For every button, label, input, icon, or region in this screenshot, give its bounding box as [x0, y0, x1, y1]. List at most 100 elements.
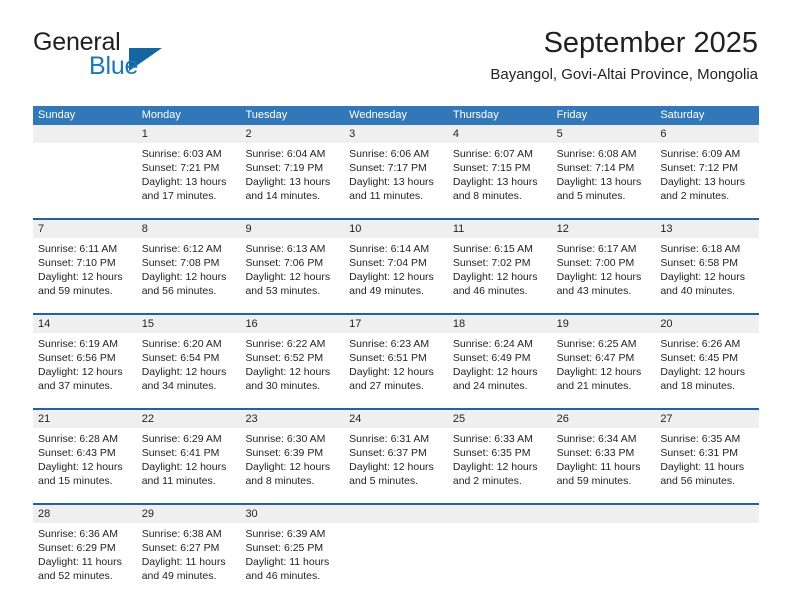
daylight-text-line2: and 11 minutes.: [141, 475, 216, 487]
day-cell[interactable]: 28 Sunrise: 6:36 AM Sunset: 6:29 PM Dayligh…: [33, 505, 137, 591]
day-cell[interactable]: 10 Sunrise: 6:14 AM Sunset: 7:04 PM Dayligh…: [344, 220, 448, 306]
day-cell[interactable]: 27 Sunrise: 6:35 AM Sunset: 6:31 PM Dayligh…: [655, 410, 760, 496]
daylight-text-line1: Daylight: 12 hours: [556, 271, 642, 283]
day-number: [344, 505, 448, 523]
day-cell[interactable]: 8 Sunrise: 6:12 AM Sunset: 7:08 PM Daylight…: [136, 220, 241, 306]
day-cell[interactable]: 9 Sunrise: 6:13 AM Sunset: 7:06 PM Daylight…: [240, 220, 345, 306]
sunrise-text: Sunrise: 6:19 AM: [38, 338, 118, 350]
day-number: 3: [344, 125, 448, 143]
sunset-text: Sunset: 6:43 PM: [38, 447, 116, 459]
sunrise-text: Sunrise: 6:15 AM: [452, 243, 533, 255]
daylight-text-line1: Daylight: 12 hours: [556, 366, 642, 378]
daylight-text-line1: Daylight: 13 hours: [452, 176, 538, 188]
daylight-text-line2: and 46 minutes.: [452, 285, 528, 297]
sunrise-text: Sunrise: 6:14 AM: [349, 243, 430, 255]
sunrise-text: Sunrise: 6:11 AM: [38, 243, 118, 255]
sunrise-text: Sunrise: 6:03 AM: [141, 148, 222, 160]
day-cell[interactable]: 7 Sunrise: 6:11 AM Sunset: 7:10 PM Daylight…: [33, 220, 137, 306]
day-details: Sunrise: 6:18 AM Sunset: 6:58 PM Daylight:…: [655, 238, 759, 306]
sunrise-text: Sunrise: 6:04 AM: [245, 148, 326, 160]
sunset-text: Sunset: 7:08 PM: [141, 257, 220, 269]
day-details: Sunrise: 6:36 AM Sunset: 6:29 PM Daylight:…: [33, 523, 137, 591]
daylight-text-line1: Daylight: 13 hours: [245, 176, 331, 188]
day-number: 12: [551, 220, 656, 238]
daylight-text-line2: and 49 minutes.: [349, 285, 424, 297]
day-details: Sunrise: 6:12 AM Sunset: 7:08 PM Daylight:…: [137, 238, 241, 306]
daylight-text-line2: and 11 minutes.: [349, 190, 424, 202]
daylight-text-line1: Daylight: 12 hours: [660, 366, 745, 378]
day-cell[interactable]: 14 Sunrise: 6:19 AM Sunset: 6:56 PM Dayligh…: [33, 315, 137, 401]
day-cell[interactable]: 4 Sunrise: 6:07 AM Sunset: 7:15 PM Daylight…: [447, 125, 552, 211]
sunset-text: Sunset: 7:12 PM: [660, 162, 738, 174]
day-details: Sunrise: 6:24 AM Sunset: 6:49 PM Daylight:…: [448, 333, 552, 401]
day-cell[interactable]: 30 Sunrise: 6:39 AM Sunset: 6:25 PM Dayligh…: [240, 505, 345, 591]
day-cell[interactable]: 24 Sunrise: 6:31 AM Sunset: 6:37 PM Dayligh…: [344, 410, 448, 496]
sunrise-text: Sunrise: 6:20 AM: [141, 338, 222, 350]
day-details: Sunrise: 6:26 AM Sunset: 6:45 PM Daylight:…: [655, 333, 759, 401]
day-number: 13: [655, 220, 760, 238]
daylight-text-line2: and 14 minutes.: [245, 190, 321, 202]
day-cell[interactable]: 5 Sunrise: 6:08 AM Sunset: 7:14 PM Daylight…: [551, 125, 656, 211]
daylight-text-line1: Daylight: 13 hours: [349, 176, 434, 188]
sunrise-text: Sunrise: 6:08 AM: [556, 148, 637, 160]
day-cell[interactable]: 22 Sunrise: 6:29 AM Sunset: 6:41 PM Dayligh…: [136, 410, 241, 496]
sunrise-text: Sunrise: 6:30 AM: [245, 433, 326, 445]
day-cell[interactable]: 6 Sunrise: 6:09 AM Sunset: 7:12 PM Daylight…: [655, 125, 760, 211]
sunset-text: Sunset: 6:47 PM: [556, 352, 635, 364]
day-number: [551, 505, 656, 523]
day-number: 21: [33, 410, 137, 428]
sunrise-text: Sunrise: 6:13 AM: [245, 243, 326, 255]
sunset-text: Sunset: 7:02 PM: [452, 257, 531, 269]
calendar-week-row: 14 Sunrise: 6:19 AM Sunset: 6:56 PM Dayligh…: [33, 313, 760, 401]
day-cell[interactable]: 23 Sunrise: 6:30 AM Sunset: 6:39 PM Dayligh…: [240, 410, 345, 496]
daylight-text-line2: and 8 minutes.: [245, 475, 315, 487]
daylight-text-line2: and 43 minutes.: [556, 285, 632, 297]
daylight-text-line1: Daylight: 12 hours: [141, 366, 227, 378]
day-number: 4: [447, 125, 552, 143]
day-cell[interactable]: 19 Sunrise: 6:25 AM Sunset: 6:47 PM Dayligh…: [551, 315, 656, 401]
page-header: General Blue September 2025 Bayangol, Go…: [33, 26, 758, 98]
calendar-week-row: 7 Sunrise: 6:11 AM Sunset: 7:10 PM Daylight…: [33, 218, 760, 306]
day-number: 27: [655, 410, 760, 428]
day-number: 11: [447, 220, 552, 238]
day-number: 16: [240, 315, 345, 333]
day-number: 25: [447, 410, 552, 428]
daylight-text-line2: and 59 minutes.: [556, 475, 632, 487]
day-details: Sunrise: 6:22 AM Sunset: 6:52 PM Daylight:…: [240, 333, 344, 401]
day-cell[interactable]: 2 Sunrise: 6:04 AM Sunset: 7:19 PM Daylight…: [240, 125, 345, 211]
day-cell[interactable]: 26 Sunrise: 6:34 AM Sunset: 6:33 PM Dayligh…: [551, 410, 656, 496]
day-cell-empty: [655, 505, 760, 591]
sunrise-text: Sunrise: 6:39 AM: [245, 528, 326, 540]
daylight-text-line2: and 37 minutes.: [38, 380, 113, 392]
sunset-text: Sunset: 6:52 PM: [245, 352, 324, 364]
title-block: September 2025 Bayangol, Govi-Altai Prov…: [490, 26, 758, 86]
day-details: Sunrise: 6:03 AM Sunset: 7:21 PM Daylight:…: [137, 143, 241, 211]
day-details: Sunrise: 6:23 AM Sunset: 6:51 PM Daylight:…: [344, 333, 448, 401]
weekday-header-wednesday: Wednesday: [349, 109, 408, 121]
sunset-text: Sunset: 6:45 PM: [660, 352, 738, 364]
sunset-text: Sunset: 6:54 PM: [141, 352, 220, 364]
day-cell[interactable]: 18 Sunrise: 6:24 AM Sunset: 6:49 PM Dayligh…: [447, 315, 552, 401]
sunset-text: Sunset: 7:17 PM: [349, 162, 427, 174]
day-cell[interactable]: 16 Sunrise: 6:22 AM Sunset: 6:52 PM Dayligh…: [240, 315, 345, 401]
sunset-text: Sunset: 7:19 PM: [245, 162, 324, 174]
day-cell[interactable]: 12 Sunrise: 6:17 AM Sunset: 7:00 PM Dayligh…: [551, 220, 656, 306]
daylight-text-line1: Daylight: 12 hours: [660, 271, 745, 283]
sunset-text: Sunset: 6:39 PM: [245, 447, 324, 459]
sunset-text: Sunset: 7:21 PM: [141, 162, 220, 174]
day-cell[interactable]: 3 Sunrise: 6:06 AM Sunset: 7:17 PM Daylight…: [344, 125, 448, 211]
daylight-text-line2: and 49 minutes.: [141, 570, 217, 582]
day-cell[interactable]: 25 Sunrise: 6:33 AM Sunset: 6:35 PM Dayligh…: [447, 410, 552, 496]
week-spacer: [33, 401, 759, 408]
sunset-text: Sunset: 7:00 PM: [556, 257, 635, 269]
day-cell[interactable]: 21 Sunrise: 6:28 AM Sunset: 6:43 PM Dayligh…: [33, 410, 137, 496]
day-cell[interactable]: 17 Sunrise: 6:23 AM Sunset: 6:51 PM Dayligh…: [344, 315, 448, 401]
weekday-header-friday: Friday: [556, 109, 588, 121]
day-cell[interactable]: 29 Sunrise: 6:38 AM Sunset: 6:27 PM Dayligh…: [136, 505, 241, 591]
day-cell[interactable]: 20 Sunrise: 6:26 AM Sunset: 6:45 PM Dayligh…: [655, 315, 760, 401]
day-cell[interactable]: 1 Sunrise: 6:03 AM Sunset: 7:21 PM Daylight…: [136, 125, 241, 211]
day-cell[interactable]: 15 Sunrise: 6:20 AM Sunset: 6:54 PM Dayligh…: [136, 315, 241, 401]
daylight-text-line1: Daylight: 12 hours: [245, 461, 331, 473]
day-cell[interactable]: 11 Sunrise: 6:15 AM Sunset: 7:02 PM Dayligh…: [447, 220, 552, 306]
day-cell[interactable]: 13 Sunrise: 6:18 AM Sunset: 6:58 PM Dayligh…: [655, 220, 760, 306]
